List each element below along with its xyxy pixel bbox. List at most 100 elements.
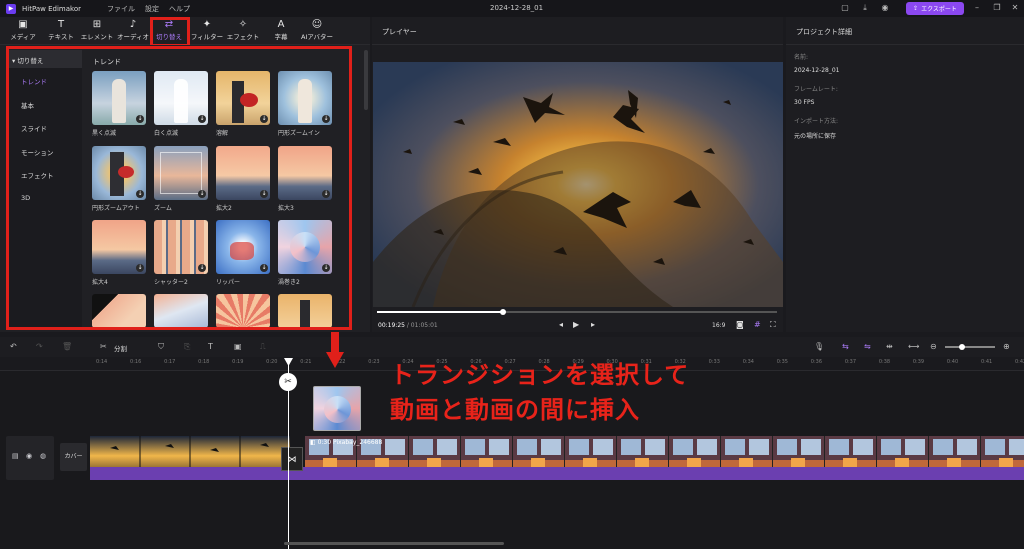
next-frame-icon[interactable]: ▸ [591,320,595,329]
details-title: プロジェクト詳細 [786,17,1024,45]
sidebar-header[interactable]: ▾ 切り替え [6,50,82,68]
download-icon[interactable]: ↓ [322,264,330,272]
text-tool-icon[interactable]: T [208,342,213,351]
transition-thumb[interactable]: ↓ [92,146,146,200]
player-title: プレイヤー [372,17,783,45]
maximize-icon[interactable]: ❐ [992,3,1002,13]
zoom-knob[interactable] [959,344,965,350]
export-button[interactable]: ⇪ エクスポート [906,2,964,15]
scissor-icon[interactable]: ✂ [279,373,297,391]
undo-icon[interactable]: ↶ [10,342,17,351]
detail-value: 元の場所に保存 [794,133,837,140]
cover-button[interactable]: カバー [60,443,87,471]
download-icon[interactable]: ↓ [136,115,144,123]
video-preview[interactable] [373,62,783,307]
menu-help[interactable]: ヘルプ [169,4,190,14]
transition-thumb[interactable]: ↓ [278,71,332,125]
zoom-in-icon[interactable]: ⊕ [1003,342,1010,351]
download-icon[interactable]: ⤓ [860,3,870,13]
transition-label: 拡大4 [92,279,108,286]
track-visible-icon[interactable]: ◉ [26,452,32,460]
tool-media[interactable]: ▣ メディア [2,19,44,43]
transition-thumb[interactable]: ↓ [216,220,270,274]
close-icon[interactable]: ✕ [1010,3,1020,13]
transition-thumb[interactable]: ↓ [278,220,332,274]
account-icon[interactable]: ◉ [880,3,890,13]
sidebar-item-slide[interactable]: スライド [6,115,82,139]
sidebar-item-trend[interactable]: トレンド [6,68,82,92]
split-icon[interactable]: ✂ [100,342,107,351]
audio-waveform-bar[interactable] [90,467,1024,480]
download-icon[interactable]: ↓ [260,264,268,272]
ruler-tick-label: 0:23 [368,359,380,365]
zoom-out-icon[interactable]: ⊖ [930,342,937,351]
download-icon[interactable]: ↓ [198,190,206,198]
aspect-ratio[interactable]: 16:9 [712,322,725,329]
transition-thumb[interactable]: ↓ [278,146,332,200]
transition-thumb[interactable] [216,294,270,328]
effect-icon: ✧ [238,19,248,30]
download-icon[interactable]: ↓ [322,115,330,123]
tool-transition[interactable]: ⇄ 切り替え [148,19,190,43]
transition-thumb[interactable]: ↓ [154,71,208,125]
menu-file[interactable]: ファイル [107,4,135,14]
track-audio-icon[interactable]: ◍ [40,452,46,460]
detail-label: 名前: [794,54,809,61]
download-icon[interactable]: ↓ [260,190,268,198]
progress-knob[interactable] [500,309,506,315]
transition-thumb[interactable]: ↓ [154,146,208,200]
download-icon[interactable]: ↓ [198,264,206,272]
timeline-scrollbar[interactable] [284,542,504,545]
ruler-tick-label: 0:33 [708,359,720,365]
track-lock-icon[interactable]: ▤ [12,452,19,460]
feedback-icon[interactable]: ▢ [840,3,850,13]
link-icon[interactable]: ⇆ [842,342,849,351]
download-icon[interactable]: ↓ [136,190,144,198]
sidebar-item-3d[interactable]: 3D [6,186,82,210]
transition-thumb[interactable]: ↓ [92,220,146,274]
ruler-tick-label: 0:19 [232,359,244,365]
transition-thumb[interactable]: ↓ [154,220,208,274]
tool-effect[interactable]: ✧ エフェクト [222,19,264,43]
crop-tool-icon[interactable]: ⎍ [260,342,266,352]
tool-ai-avatar[interactable]: ☺ AIアバター [296,19,338,43]
transition-thumb[interactable]: ↓ [216,146,270,200]
fullscreen-icon[interactable]: ⛶ [770,320,776,330]
download-icon[interactable]: ↓ [136,264,144,272]
split-label[interactable]: 分割 [114,343,127,353]
microphone-icon[interactable]: 🎙 [814,342,824,351]
zoom-slider[interactable] [945,344,995,350]
sidebar-item-motion[interactable]: モーション [6,139,82,163]
panel-scrollbar[interactable] [364,50,368,110]
project-title: 2024-12-28_01 [490,4,544,12]
download-icon[interactable]: ↓ [322,190,330,198]
delete-icon[interactable]: 🗑 [62,342,72,351]
transition-thumb[interactable]: ↓ [216,71,270,125]
marker-icon[interactable]: ⛉ [158,342,164,352]
ruler-tick-label: 0:42 [1015,359,1024,365]
dragged-transition-thumb[interactable] [313,386,361,431]
transition-thumb[interactable] [154,294,208,328]
snap-icon[interactable]: ⇋ [864,342,871,351]
split-track-icon[interactable]: ⇹ [886,342,893,351]
sidebar-item-effect[interactable]: エフェクト [6,162,82,186]
prev-frame-icon[interactable]: ◂ [559,320,563,329]
fit-icon[interactable]: ⟷ [908,342,919,351]
play-icon[interactable]: ▶ [573,320,579,329]
grid-title: トレンド [93,58,121,66]
menu-settings[interactable]: 設定 [145,4,159,14]
download-icon[interactable]: ↓ [198,115,206,123]
crop-icon[interactable]: # [754,320,761,329]
transition-thumb[interactable]: ↓ [92,71,146,125]
download-icon[interactable]: ↓ [260,115,268,123]
minimize-icon[interactable]: – [972,3,982,13]
redo-icon[interactable]: ↷ [36,342,43,351]
snapshot-icon[interactable]: ◙ [736,320,744,329]
freeze-icon[interactable]: ⎘ [184,342,190,352]
transition-marker-icon[interactable]: ⋈ [281,447,303,471]
sidebar-item-basic[interactable]: 基本 [6,92,82,116]
ai-icon[interactable]: ▣ [234,342,242,351]
transition-thumb[interactable] [92,294,146,328]
playback-progress[interactable] [377,309,777,315]
transition-thumb[interactable] [278,294,332,328]
